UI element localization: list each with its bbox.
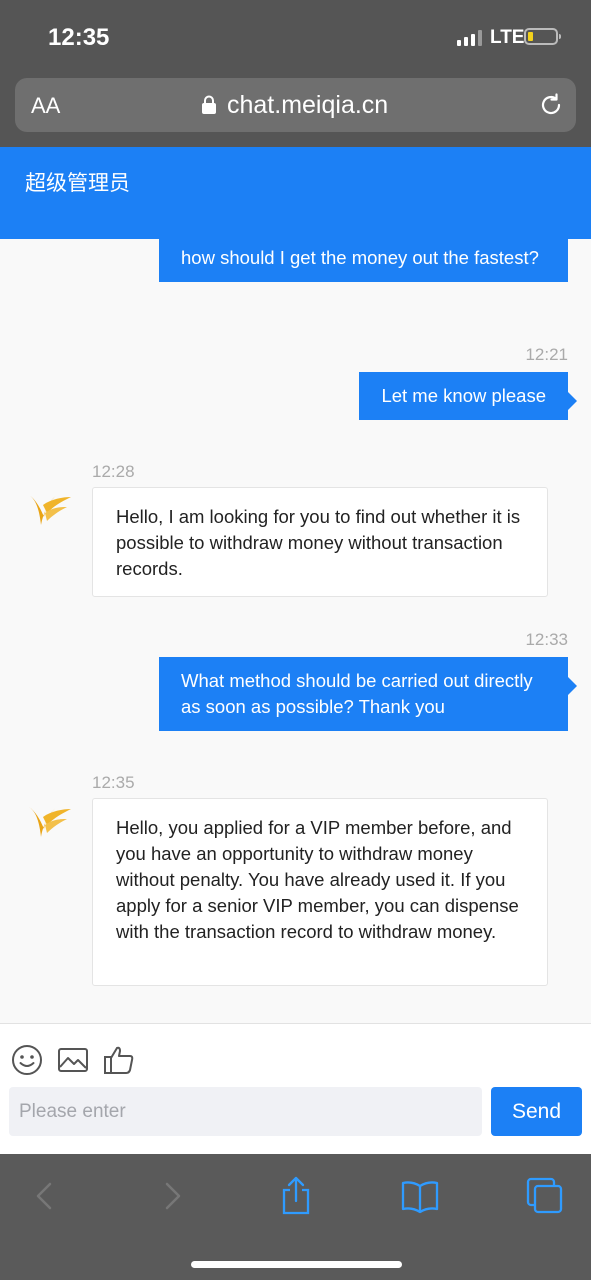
message-text: how should I get the money out the faste… — [181, 247, 539, 268]
share-icon[interactable] — [276, 1176, 316, 1216]
url-text: chat.meiqia.cn — [227, 91, 389, 119]
agent-avatar-icon — [29, 807, 71, 837]
message-input-field[interactable] — [9, 1087, 482, 1136]
forward-icon[interactable] — [152, 1176, 192, 1216]
thumbs-up-icon[interactable] — [103, 1044, 135, 1076]
message-text: Hello, I am looking for you to find out … — [116, 506, 521, 579]
message-bubble-received: Hello, I am looking for you to find out … — [92, 487, 548, 597]
send-button[interactable]: Send — [491, 1087, 582, 1136]
address-bar[interactable]: AA chat.meiqia.cn — [15, 78, 576, 132]
message-timestamp: 12:21 — [525, 345, 568, 364]
agent-avatar-icon — [29, 495, 71, 525]
battery-icon — [524, 28, 561, 45]
message-text: What method should be carried out direct… — [181, 670, 533, 717]
signal-icon — [457, 30, 483, 46]
message-timestamp: 12:35 — [92, 773, 135, 792]
composer: Send — [0, 1023, 591, 1154]
text-size-label: AA — [31, 93, 61, 118]
message-list[interactable]: how should I get the money out the faste… — [0, 147, 591, 1023]
status-bar: 12:35 LTE — [0, 0, 591, 75]
bookmarks-icon[interactable] — [400, 1176, 440, 1216]
status-time: 12:35 — [48, 24, 110, 51]
lock-icon — [202, 95, 216, 114]
message-bubble-sent: Let me know please — [359, 372, 577, 420]
network-type: LTE — [490, 27, 525, 48]
chat-page: 超级管理员 how should I get the money out the… — [0, 147, 591, 1154]
message-timestamp: 12:28 — [92, 462, 135, 481]
reload-icon[interactable] — [538, 92, 564, 118]
text-size-button[interactable]: AA — [31, 93, 60, 119]
emoji-icon[interactable] — [11, 1044, 43, 1076]
message-bubble-received: Hello, you applied for a VIP member befo… — [92, 798, 548, 986]
home-indicator[interactable] — [191, 1261, 402, 1268]
message-input[interactable] — [9, 1087, 482, 1136]
tabs-icon[interactable] — [525, 1176, 565, 1216]
message-timestamp: 12:33 — [525, 630, 568, 649]
message-text: Let me know please — [381, 385, 546, 406]
image-icon[interactable] — [57, 1044, 89, 1076]
chat-header: 超级管理员 — [0, 147, 591, 239]
chat-title: 超级管理员 — [25, 172, 130, 195]
message-text: Hello, you applied for a VIP member befo… — [116, 817, 519, 942]
back-icon[interactable] — [25, 1176, 65, 1216]
message-bubble-sent: What method should be carried out direct… — [159, 657, 577, 731]
